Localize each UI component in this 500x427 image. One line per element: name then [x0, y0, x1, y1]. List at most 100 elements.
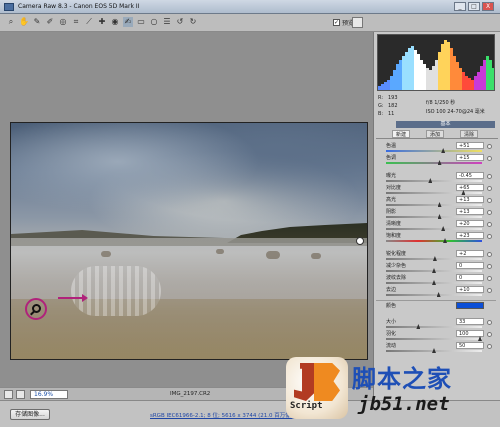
reset-toggle-icon[interactable]: [487, 276, 492, 281]
reset-toggle-icon[interactable]: [487, 198, 492, 203]
adjustment-label: 曝光: [386, 173, 397, 179]
adjustment-value[interactable]: +10: [456, 286, 484, 293]
histogram: [377, 34, 495, 91]
straighten-tool-icon[interactable]: ⟋: [84, 17, 94, 27]
slider-knob[interactable]: [437, 202, 442, 207]
hay-bale: [311, 253, 321, 259]
slider-knob[interactable]: [437, 160, 442, 165]
white-balance-tool-icon[interactable]: ✎: [32, 17, 42, 27]
zoom-level[interactable]: 16.9%: [30, 390, 68, 399]
adjustment-slider[interactable]: [386, 336, 482, 341]
adjustment-row: 饱和度 +23: [374, 232, 496, 244]
slider-knob[interactable]: [416, 324, 421, 329]
adjustment-brush-icon[interactable]: ✍: [123, 17, 133, 27]
reset-toggle-icon[interactable]: [487, 174, 492, 179]
reset-toggle-icon[interactable]: [487, 320, 492, 325]
adjustment-slider[interactable]: [386, 268, 482, 273]
reset-toggle-icon[interactable]: [487, 252, 492, 257]
adjustment-slider[interactable]: [386, 226, 482, 231]
slider-knob[interactable]: [437, 214, 442, 219]
crop-tool-icon[interactable]: ⌗: [71, 17, 81, 27]
adjustment-value[interactable]: -0.45: [456, 172, 484, 179]
slider-knob[interactable]: [441, 226, 446, 231]
adjustment-slider[interactable]: [386, 256, 482, 261]
reset-toggle-icon[interactable]: [487, 332, 492, 337]
hand-tool-icon[interactable]: ✋: [19, 17, 29, 27]
preview-check-mark[interactable]: ✓: [333, 19, 340, 26]
red-eye-icon[interactable]: ◉: [110, 17, 120, 27]
adjustment-value[interactable]: 50: [456, 342, 484, 349]
tab-add[interactable]: 添加: [426, 130, 445, 138]
color-sampler-icon[interactable]: ✐: [45, 17, 55, 27]
reset-toggle-icon[interactable]: [487, 234, 492, 239]
adjustment-value[interactable]: +15: [456, 154, 484, 161]
slider-knob[interactable]: [441, 148, 446, 153]
adjustment-pin[interactable]: [356, 237, 364, 245]
reset-toggle-icon[interactable]: [487, 156, 492, 161]
targeted-adjust-icon[interactable]: ◎: [58, 17, 68, 27]
adjustment-row: 减少杂色 0: [374, 262, 496, 274]
slider-knob[interactable]: [432, 280, 436, 285]
adjustment-row: 高光 +13: [374, 196, 496, 208]
adjustment-label: 色温: [386, 143, 397, 149]
adjustment-value[interactable]: +13: [456, 208, 484, 215]
zoom-tool-icon[interactable]: ⌕: [6, 17, 16, 27]
adjustment-slider[interactable]: [386, 292, 482, 297]
slider-knob[interactable]: [432, 348, 436, 353]
slider-knob[interactable]: [432, 268, 436, 273]
adjustment-slider[interactable]: [386, 160, 482, 165]
reset-toggle-icon[interactable]: [487, 144, 492, 149]
adjustment-row: 曝光 -0.45: [374, 172, 496, 184]
fullscreen-icon[interactable]: [352, 17, 363, 28]
rotate-right-icon[interactable]: ↻: [188, 17, 198, 27]
preferences-icon[interactable]: ☰: [162, 17, 172, 27]
adjustment-value[interactable]: 0: [456, 274, 484, 281]
adjustment-value[interactable]: +2: [456, 250, 484, 257]
color-swatch[interactable]: [456, 302, 484, 309]
tab-new[interactable]: 新建: [392, 130, 411, 138]
reset-toggle-icon[interactable]: [487, 288, 492, 293]
radial-filter-icon[interactable]: ○: [149, 17, 159, 27]
panel-title: 基本: [396, 121, 495, 128]
maximize-button[interactable]: □: [468, 2, 480, 11]
adjustment-slider[interactable]: [386, 348, 482, 353]
adjustment-value[interactable]: +51: [456, 142, 484, 149]
adjustment-slider[interactable]: [386, 238, 482, 243]
image-canvas[interactable]: [0, 32, 373, 387]
zoom-out-button[interactable]: [4, 390, 13, 399]
slider-knob[interactable]: [443, 238, 448, 243]
adjustment-slider[interactable]: [386, 190, 482, 195]
adjustment-slider[interactable]: [386, 148, 482, 153]
rotate-left-icon[interactable]: ↺: [175, 17, 185, 27]
reset-toggle-icon[interactable]: [487, 186, 492, 191]
adjustment-slider[interactable]: [386, 324, 482, 329]
adjustment-slider[interactable]: [386, 280, 482, 285]
zoom-in-button[interactable]: [16, 390, 25, 399]
spot-removal-icon[interactable]: ✚: [97, 17, 107, 27]
adjustment-row: 流动 50: [374, 342, 496, 354]
adjustment-value[interactable]: 0: [456, 262, 484, 269]
adjustment-slider[interactable]: [386, 202, 482, 207]
adjustment-value[interactable]: +23: [456, 232, 484, 239]
minimize-button[interactable]: _: [454, 2, 466, 11]
adjustment-value[interactable]: +13: [456, 196, 484, 203]
photo-preview[interactable]: [10, 122, 368, 360]
slider-knob[interactable]: [436, 292, 441, 297]
close-button[interactable]: X: [482, 2, 494, 11]
adjustment-value[interactable]: +65: [456, 184, 484, 191]
slider-knob[interactable]: [432, 256, 437, 261]
save-image-button[interactable]: 存储图像...: [10, 409, 50, 420]
reset-toggle-icon[interactable]: [487, 210, 492, 215]
slider-knob[interactable]: [428, 178, 433, 183]
reset-toggle-icon[interactable]: [487, 344, 492, 349]
preview-checkbox[interactable]: ✓ 预览: [333, 18, 354, 27]
graduated-filter-icon[interactable]: ▭: [136, 17, 146, 27]
adjustment-value[interactable]: 33: [456, 318, 484, 325]
adjustment-value[interactable]: 100: [456, 330, 484, 337]
reset-toggle-icon[interactable]: [487, 264, 492, 269]
reset-toggle-icon[interactable]: [487, 222, 492, 227]
adjustment-slider[interactable]: [386, 178, 482, 183]
adjustment-slider[interactable]: [386, 214, 482, 219]
adjustment-value[interactable]: +20: [456, 220, 484, 227]
tab-clear[interactable]: 清除: [460, 130, 479, 138]
